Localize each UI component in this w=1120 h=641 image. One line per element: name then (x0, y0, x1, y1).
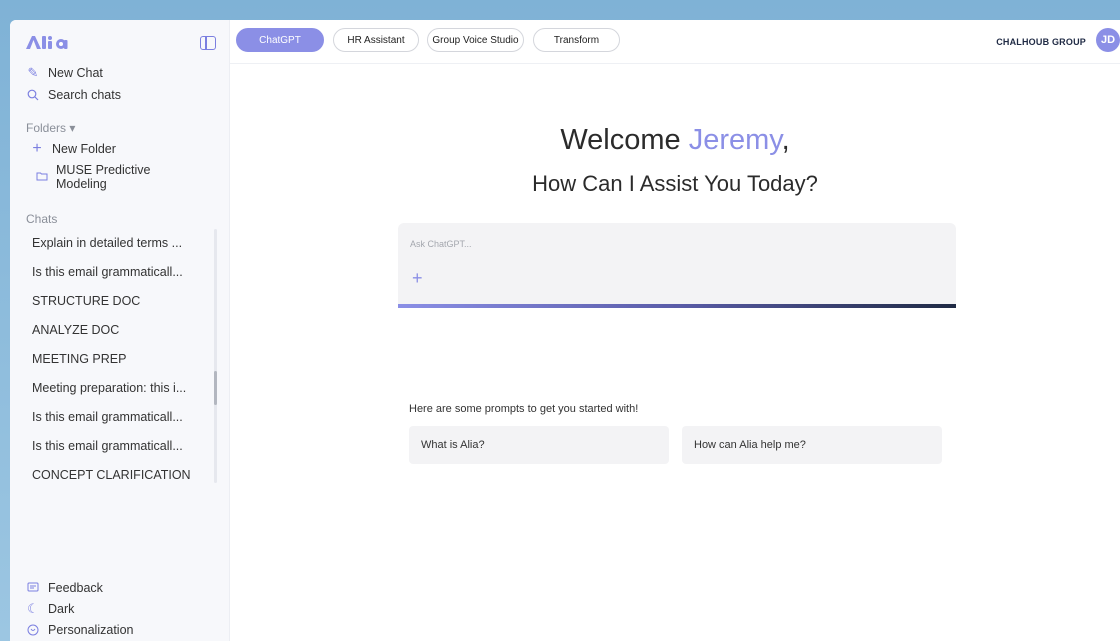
tab-hr-assistant[interactable]: HR Assistant (333, 28, 419, 52)
chats-heading: Chats (26, 212, 58, 226)
search-chats-button[interactable]: Search chats (26, 88, 121, 102)
top-bar: ChatGPT HR Assistant Group Voice Studio … (230, 20, 1120, 64)
personalization-button[interactable]: Personalization (26, 623, 133, 637)
prompt-card[interactable]: What is Alia? (409, 426, 669, 464)
personalization-icon (26, 623, 40, 637)
welcome-heading: Welcome Jeremy, (560, 124, 790, 156)
user-name: Jeremy (688, 124, 782, 156)
tab-group-voice-studio[interactable]: Group Voice Studio (427, 28, 524, 52)
dark-label: Dark (48, 602, 75, 616)
feedback-icon (26, 581, 40, 595)
prompt-card[interactable]: How can Alia help me? (682, 426, 942, 464)
dark-mode-toggle[interactable]: ☾ Dark (26, 601, 75, 616)
folders-toggle[interactable]: Folders ▾ (26, 121, 75, 135)
chat-item[interactable]: ANALYZE DOC (32, 316, 212, 345)
alia-logo[interactable] (26, 34, 70, 50)
sidebar: ✎ New Chat Search chats Folders ▾ + New … (10, 20, 230, 641)
feedback-button[interactable]: Feedback (26, 581, 103, 595)
new-folder-button[interactable]: + New Folder (30, 140, 116, 157)
chat-item[interactable]: Is this email grammaticall... (32, 432, 212, 461)
chat-item[interactable]: Is this email grammaticall... (32, 403, 212, 432)
chat-list-scrollbar[interactable] (214, 229, 217, 483)
chat-item[interactable]: MEETING PREP (32, 345, 212, 374)
plus-icon: + (32, 140, 42, 157)
tab-chatgpt[interactable]: ChatGPT (236, 28, 324, 52)
folder-icon (36, 170, 48, 184)
feedback-label: Feedback (48, 581, 103, 595)
new-folder-label: New Folder (52, 142, 116, 156)
chat-item[interactable]: Is this email grammaticall... (32, 258, 212, 287)
assist-subheading: How Can I Assist You Today? (532, 171, 818, 196)
app-window: ✎ New Chat Search chats Folders ▾ + New … (10, 20, 1120, 641)
moon-icon: ☾ (27, 601, 39, 616)
chat-item[interactable]: CONCEPT CLARIFICATION (32, 461, 212, 490)
chat-list: Explain in detailed terms ... Is this em… (32, 229, 212, 490)
folder-item[interactable]: MUSE Predictive Modeling (36, 163, 150, 191)
main-area: ChatGPT HR Assistant Group Voice Studio … (230, 20, 1120, 641)
tab-transform[interactable]: Transform (533, 28, 620, 52)
chat-item[interactable]: STRUCTURE DOC (32, 287, 212, 316)
edit-icon: ✎ (27, 65, 39, 80)
personalization-label: Personalization (48, 623, 134, 637)
new-chat-button[interactable]: ✎ New Chat (26, 65, 103, 80)
attach-plus-icon[interactable]: + (412, 268, 423, 289)
prompts-label: Here are some prompts to get you started… (409, 403, 639, 415)
new-chat-label: New Chat (48, 66, 103, 80)
avatar[interactable]: JD (1096, 28, 1120, 52)
folder-label: MUSE Predictive Modeling (56, 163, 151, 191)
search-icon (26, 88, 40, 102)
collapse-sidebar-button[interactable] (200, 36, 216, 50)
logo-mark-icon (26, 36, 68, 49)
chat-item[interactable]: Meeting preparation: this i... (32, 374, 212, 403)
chat-input[interactable]: Ask ChatGPT... + (398, 223, 956, 308)
search-chats-label: Search chats (48, 88, 121, 102)
chat-item[interactable]: Explain in detailed terms ... (32, 229, 212, 258)
chat-input-placeholder: Ask ChatGPT... (410, 239, 472, 249)
brand-name: CHALHOUB GROUP (996, 37, 1086, 47)
scrollbar-thumb[interactable] (214, 371, 217, 405)
input-accent-bar (398, 304, 956, 308)
